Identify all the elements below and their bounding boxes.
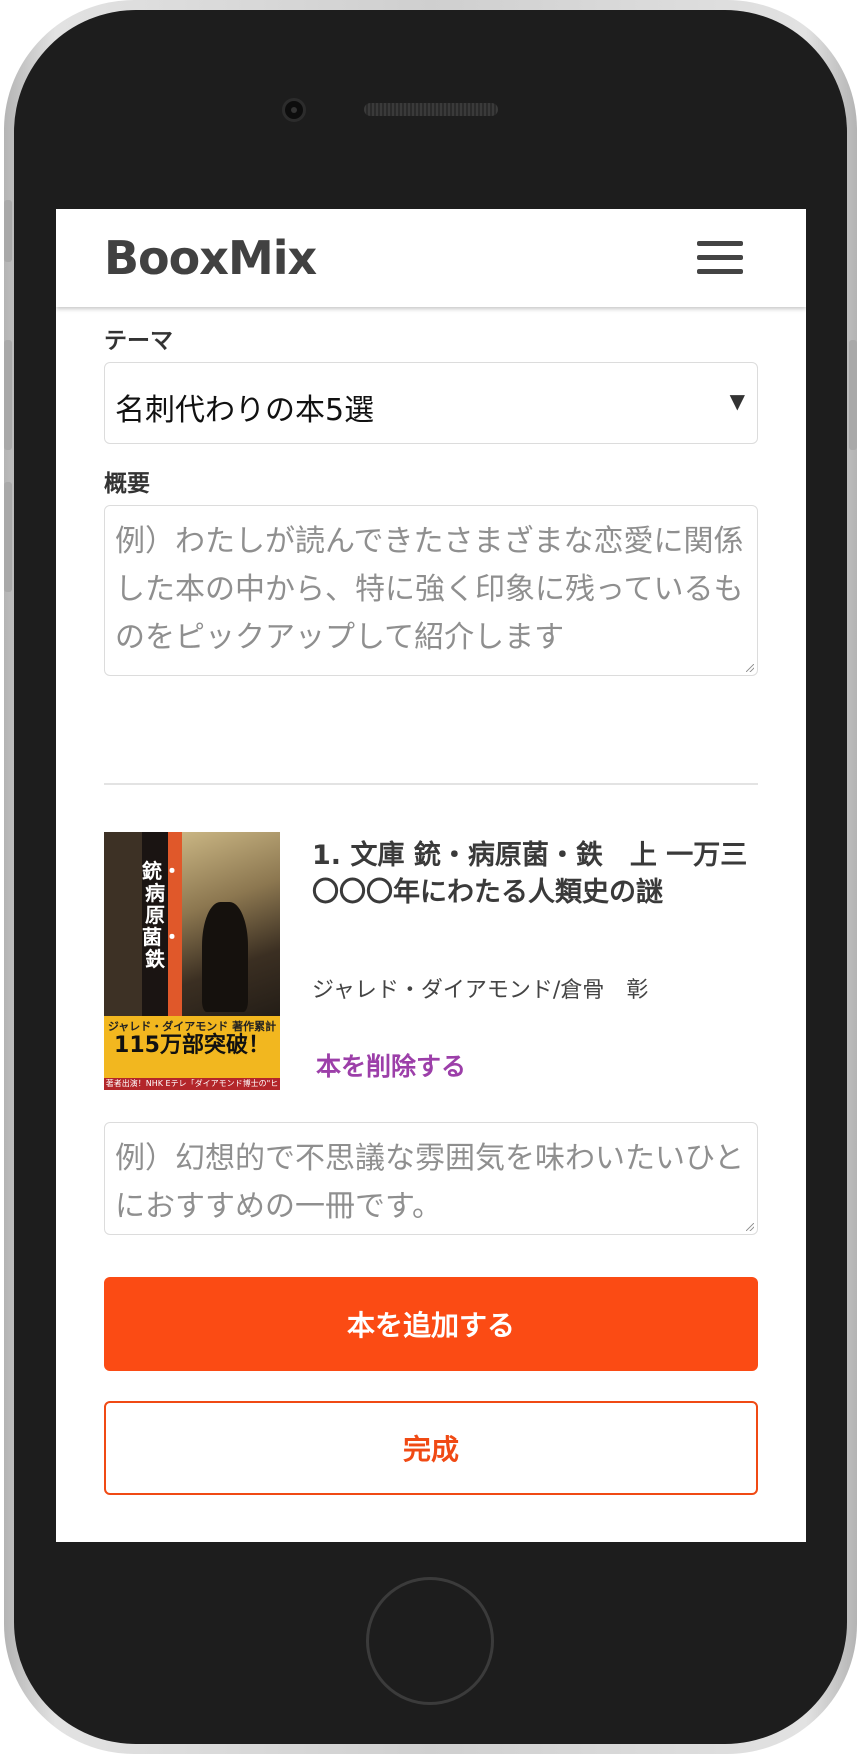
book-comment-textarea[interactable]: 例）幻想的で不思議な雰囲気を味わいたいひとにおすすめの一冊です。 — [104, 1122, 758, 1235]
power-button — [849, 340, 857, 450]
menu-bar — [697, 241, 743, 246]
logo[interactable]: BooxMix — [104, 231, 317, 285]
book-cover-image: 銃・病原菌・鉄 ジャレド・ダイアモンド 著作累計 115万部突破！ 著者出演！N… — [104, 832, 280, 1090]
theme-select[interactable]: 名刺代わりの本5選 ▼ — [104, 362, 758, 444]
summary-textarea[interactable]: 例）わたしが読んできたさまざまな恋愛に関係した本の中から、特に強く印象に残ってい… — [104, 505, 758, 676]
cover-title: 銃・病原菌・鉄 — [142, 859, 182, 971]
add-book-button[interactable]: 本を追加する — [104, 1277, 758, 1371]
home-button[interactable] — [366, 1577, 494, 1705]
cover-band-big: 115万部突破！ — [114, 1033, 270, 1058]
earpiece-speaker — [364, 103, 498, 116]
resize-handle-icon[interactable] — [746, 664, 754, 672]
book-title: 1. 文庫 銃・病原菌・鉄 上 一万三〇〇〇年にわたる人類史の謎 — [312, 840, 748, 908]
app-header: BooxMix — [56, 209, 806, 307]
volume-down-button — [4, 482, 12, 592]
cover-band-foot: 著者出演！NHK Eテレ「ダイアモンド博士の"ヒトの秘密"」 — [104, 1078, 280, 1090]
mute-switch — [4, 200, 12, 262]
delete-book-link[interactable]: 本を削除する — [316, 1047, 466, 1083]
resize-handle-icon[interactable] — [746, 1223, 754, 1231]
summary-label: 概要 — [104, 471, 150, 497]
cover-obi-band: ジャレド・ダイアモンド 著作累計 115万部突破！ 著者出演！NHK Eテレ「ダ… — [104, 1016, 280, 1090]
theme-selected-value: 名刺代わりの本5選 — [115, 393, 375, 428]
app-screen: BooxMix テーマ 名刺代わりの本5選 ▼ 概要 例）わたしが読んできたさま… — [56, 209, 806, 1542]
book-author: ジャレド・ダイアモンド/倉骨 彰 — [312, 978, 649, 1003]
theme-label: テーマ — [104, 328, 173, 354]
cover-illustration — [182, 832, 280, 1032]
summary-placeholder: 例）わたしが読んできたさまざまな恋愛に関係した本の中から、特に強く印象に残ってい… — [115, 524, 744, 655]
volume-up-button — [4, 340, 12, 450]
menu-bar — [697, 269, 743, 274]
hamburger-menu-icon[interactable] — [697, 241, 743, 275]
cover-band-small: ジャレド・ダイアモンド 著作累計 — [107, 1020, 277, 1033]
divider — [104, 783, 758, 785]
dropdown-arrow-icon: ▼ — [729, 389, 745, 413]
comment-placeholder: 例）幻想的で不思議な雰囲気を味わいたいひとにおすすめの一冊です。 — [115, 1141, 745, 1224]
complete-button[interactable]: 完成 — [104, 1401, 758, 1495]
front-camera-icon — [282, 98, 306, 122]
menu-bar — [697, 255, 743, 260]
